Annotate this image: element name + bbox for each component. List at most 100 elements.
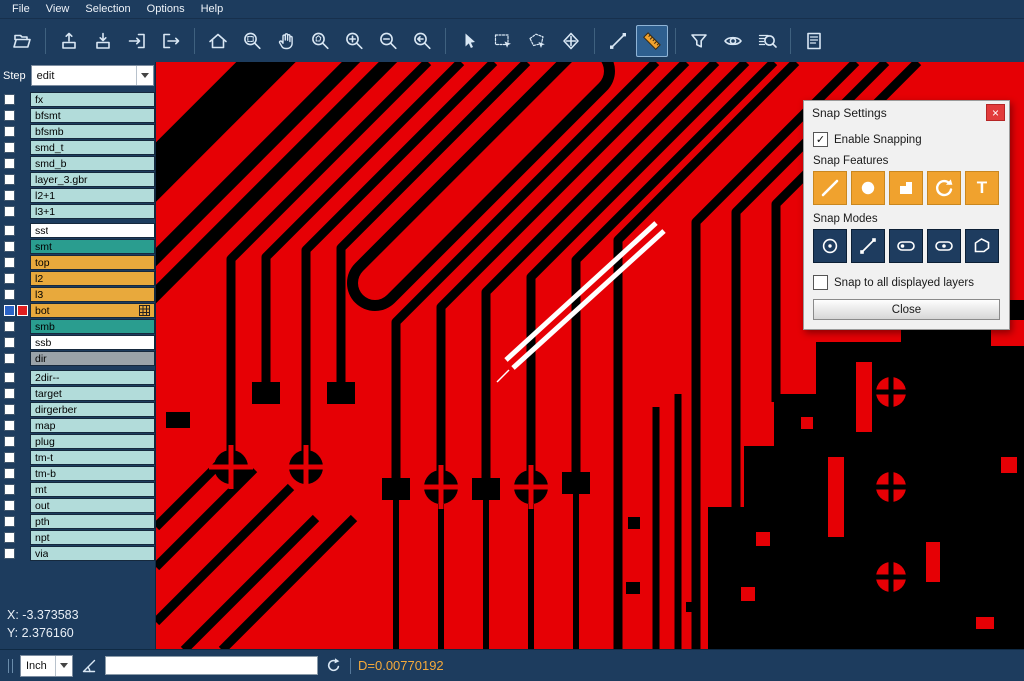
- layer-name-cell[interactable]: l3: [30, 287, 155, 302]
- snap-feature-text-button[interactable]: T: [965, 171, 999, 205]
- layer-visibility-checkbox[interactable]: [4, 305, 15, 316]
- layer-visibility-checkbox[interactable]: [4, 337, 15, 348]
- layer-row-l2+1[interactable]: l2+1: [0, 188, 155, 203]
- layer-visibility-checkbox[interactable]: [4, 353, 15, 364]
- layer-visibility-checkbox[interactable]: [4, 321, 15, 332]
- layer-name-cell[interactable]: 2dir--: [30, 370, 155, 385]
- layer-visibility-checkbox[interactable]: [4, 94, 15, 105]
- layer-name-cell[interactable]: mt: [30, 482, 155, 497]
- layer-row-l3[interactable]: l3: [0, 287, 155, 302]
- layer-name-cell[interactable]: dir: [30, 351, 155, 366]
- find-text-button[interactable]: [751, 25, 783, 57]
- import-bottom-button[interactable]: [87, 25, 119, 57]
- export-top-button[interactable]: [53, 25, 85, 57]
- layer-visibility-checkbox[interactable]: [4, 436, 15, 447]
- layer-visibility-checkbox[interactable]: [4, 225, 15, 236]
- layer-row-l2[interactable]: l2: [0, 271, 155, 286]
- layer-visibility-checkbox[interactable]: [4, 468, 15, 479]
- layer-name-cell[interactable]: sst: [30, 223, 155, 238]
- zoom-out-button[interactable]: [372, 25, 404, 57]
- layer-name-cell[interactable]: target: [30, 386, 155, 401]
- layer-name-cell[interactable]: l3+1: [30, 204, 155, 219]
- snap-dialog-titlebar[interactable]: Snap Settings ×: [804, 101, 1009, 124]
- layer-visibility-checkbox[interactable]: [4, 206, 15, 217]
- layer-row-tm-t[interactable]: tm-t: [0, 450, 155, 465]
- layer-name-cell[interactable]: fx: [30, 92, 155, 107]
- layer-visibility-checkbox[interactable]: [4, 388, 15, 399]
- layer-row-target[interactable]: target: [0, 386, 155, 401]
- snap-dialog-close-button[interactable]: Close: [813, 299, 1000, 320]
- layer-name-cell[interactable]: l2: [30, 271, 155, 286]
- layer-row-smd_b[interactable]: smd_b: [0, 156, 155, 171]
- layer-row-map[interactable]: map: [0, 418, 155, 433]
- visibility-button[interactable]: [717, 25, 749, 57]
- layer-visibility-checkbox[interactable]: [4, 420, 15, 431]
- layer-row-smd_t[interactable]: smd_t: [0, 140, 155, 155]
- layer-name-cell[interactable]: smt: [30, 239, 155, 254]
- layer-visibility-checkbox[interactable]: [4, 174, 15, 185]
- unit-select-arrow[interactable]: [55, 656, 72, 676]
- snap-mode-point-button[interactable]: [851, 229, 885, 263]
- layer-visibility-checkbox[interactable]: [4, 500, 15, 511]
- layer-name-cell[interactable]: top: [30, 255, 155, 270]
- layer-row-bot[interactable]: bot: [0, 303, 155, 318]
- layer-name-cell[interactable]: plug: [30, 434, 155, 449]
- menu-selection[interactable]: Selection: [77, 2, 138, 16]
- layer-visibility-checkbox[interactable]: [4, 142, 15, 153]
- layer-row-fx[interactable]: fx: [0, 92, 155, 107]
- draw-line-button[interactable]: [602, 25, 634, 57]
- layer-row-plug[interactable]: plug: [0, 434, 155, 449]
- snap-feature-corner-button[interactable]: [889, 171, 923, 205]
- layer-name-cell[interactable]: l2+1: [30, 188, 155, 203]
- layer-visibility-checkbox[interactable]: [4, 158, 15, 169]
- layer-row-ssb[interactable]: ssb: [0, 335, 155, 350]
- layer-row-l3+1[interactable]: l3+1: [0, 204, 155, 219]
- layer-visibility-checkbox[interactable]: [4, 372, 15, 383]
- layer-visibility-checkbox[interactable]: [4, 452, 15, 463]
- open-folder-button[interactable]: [6, 25, 38, 57]
- measure-point-button[interactable]: [555, 25, 587, 57]
- ruler-button[interactable]: [636, 25, 668, 57]
- layer-name-cell[interactable]: dirgerber: [30, 402, 155, 417]
- layer-visibility-checkbox[interactable]: [4, 241, 15, 252]
- layer-visibility-checkbox[interactable]: [4, 532, 15, 543]
- layer-row-out[interactable]: out: [0, 498, 155, 513]
- close-icon[interactable]: ×: [986, 104, 1005, 121]
- layer-row-via[interactable]: via: [0, 546, 155, 561]
- layer-name-cell[interactable]: bfsmt: [30, 108, 155, 123]
- layer-row-2dir--[interactable]: 2dir--: [0, 370, 155, 385]
- layer-name-cell[interactable]: smd_t: [30, 140, 155, 155]
- layer-name-cell[interactable]: pth: [30, 514, 155, 529]
- layer-visibility-checkbox[interactable]: [4, 257, 15, 268]
- angle-measure-icon[interactable]: [80, 657, 98, 675]
- layer-row-dirgerber[interactable]: dirgerber: [0, 402, 155, 417]
- layer-row-dir[interactable]: dir: [0, 351, 155, 366]
- layer-row-smt[interactable]: smt: [0, 239, 155, 254]
- layer-name-cell[interactable]: ssb: [30, 335, 155, 350]
- enable-snapping-checkbox[interactable]: ✓: [813, 132, 828, 147]
- layer-name-cell[interactable]: bfsmb: [30, 124, 155, 139]
- select-rectangle-button[interactable]: [487, 25, 519, 57]
- layer-visibility-checkbox[interactable]: [4, 404, 15, 415]
- layer-name-cell[interactable]: layer_3.gbr: [30, 172, 155, 187]
- layer-row-npt[interactable]: npt: [0, 530, 155, 545]
- layer-visibility-checkbox[interactable]: [4, 289, 15, 300]
- layer-visibility-checkbox[interactable]: [4, 110, 15, 121]
- layer-visibility-checkbox[interactable]: [4, 126, 15, 137]
- snap-mode-slot-left-button[interactable]: [889, 229, 923, 263]
- layer-row-sst[interactable]: sst: [0, 223, 155, 238]
- step-select-arrow[interactable]: [136, 66, 153, 85]
- layer-visibility-checkbox[interactable]: [4, 548, 15, 559]
- layer-name-cell[interactable]: tm-t: [30, 450, 155, 465]
- zoom-in-button[interactable]: [338, 25, 370, 57]
- layer-visibility-checkbox[interactable]: [4, 484, 15, 495]
- refresh-icon[interactable]: [325, 657, 343, 675]
- grid-icon[interactable]: [139, 305, 150, 316]
- export-right-button[interactable]: [155, 25, 187, 57]
- pcb-canvas[interactable]: Snap Settings × ✓ Enable Snapping Snap F…: [156, 62, 1024, 649]
- layer-name-cell[interactable]: smd_b: [30, 156, 155, 171]
- layer-row-layer_3.gbr[interactable]: layer_3.gbr: [0, 172, 155, 187]
- snap-feature-pad-button[interactable]: [851, 171, 885, 205]
- unit-select[interactable]: Inch: [20, 655, 73, 677]
- menu-view[interactable]: View: [38, 2, 78, 16]
